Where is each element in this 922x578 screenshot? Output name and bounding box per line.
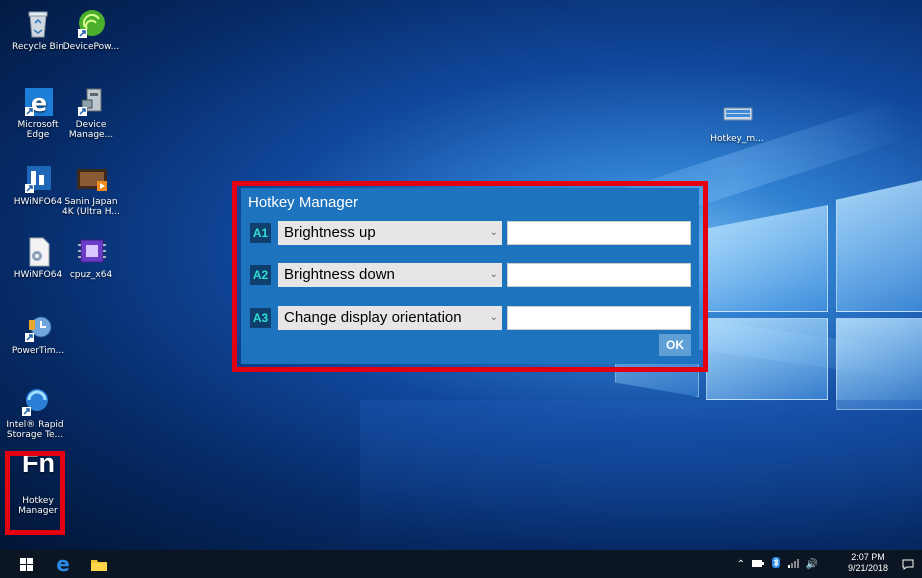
floor-glow	[360, 400, 922, 550]
bluetooth-icon[interactable]	[767, 557, 785, 571]
icon-label: DevicePow...	[62, 42, 120, 52]
icon-label: Device Manage...	[68, 120, 114, 140]
desktop-icon-recycle-bin[interactable]: Recycle Bin	[9, 8, 67, 52]
devicepower-icon	[78, 10, 105, 38]
hotkey-manager-dialog: Hotkey Manager A1 Brightness up ⌄ A2 Bri…	[241, 188, 699, 364]
desktop-icon-microsoft-edge[interactable]: e Microsoft Edge	[9, 86, 67, 140]
action-select-a3[interactable]: Change display orientation ⌄	[278, 306, 502, 330]
desktop-icon-hotkey-m[interactable]: Hotkey_m...	[708, 100, 766, 144]
start-button[interactable]	[14, 550, 38, 578]
hotkey-field-a2[interactable]	[507, 263, 691, 287]
windows-icon	[19, 557, 33, 571]
icon-label: Sanin Japan 4K (Ultra H...	[62, 197, 120, 217]
chevron-up-icon[interactable]: ⌃	[733, 559, 749, 570]
taskbar: e ⌃ 🔊 2:07 PM 9/21/2018	[0, 550, 922, 578]
intel-storage-icon	[22, 389, 48, 416]
select-value: Brightness down	[284, 266, 395, 283]
desktop-icon-hwinfo64-file[interactable]: HWiNFO64	[9, 236, 67, 280]
chevron-down-icon: ⌄	[489, 227, 498, 238]
action-select-a2[interactable]: Brightness down ⌄	[278, 263, 502, 287]
hotkey-field-a1[interactable]	[507, 221, 691, 245]
battery-icon[interactable]	[749, 559, 767, 570]
select-value: Change display orientation	[284, 309, 462, 326]
window-pane	[706, 205, 828, 312]
notification-icon	[902, 559, 914, 570]
desktop-icon-hwinfo64[interactable]: HWiNFO64	[9, 163, 67, 207]
recycle-bin-icon	[28, 11, 48, 38]
icon-label: cpuz_x64	[69, 270, 113, 280]
ok-button[interactable]: OK	[659, 334, 691, 356]
desktop-icon-device-manager[interactable]: Device Manage...	[62, 86, 120, 140]
icon-label: Microsoft Edge	[17, 120, 59, 140]
desktop-icon-intel-rapid-storage[interactable]: Intel® Rapid Storage Te...	[6, 386, 64, 440]
volume-icon[interactable]: 🔊	[803, 559, 821, 570]
icon-label: Intel® Rapid Storage Te...	[6, 420, 64, 440]
chevron-down-icon: ⌄	[489, 269, 498, 280]
device-manager-icon	[78, 88, 102, 116]
icon-label: HWiNFO64	[13, 197, 63, 207]
window-pane	[836, 318, 922, 410]
desktop-icon-sanin-japan[interactable]: Sanin Japan 4K (Ultra H...	[62, 163, 120, 217]
edge-icon: e	[56, 552, 70, 576]
hotkey-icon-highlight	[5, 451, 65, 535]
desktop-icon-powertimer[interactable]: PowerTim...	[9, 312, 67, 356]
keyboard-file-icon	[723, 107, 753, 121]
clock-time: 2:07 PM	[851, 552, 885, 562]
taskbar-clock[interactable]: 2:07 PM 9/21/2018	[848, 552, 888, 574]
taskbar-edge-button[interactable]: e	[50, 550, 76, 578]
icon-label: Hotkey_m...	[710, 134, 764, 144]
row-badge: A2	[250, 265, 271, 285]
folder-icon	[91, 559, 107, 571]
chevron-down-icon: ⌄	[489, 312, 498, 323]
window-pane	[706, 318, 828, 400]
desktop-icon-devicepow[interactable]: DevicePow...	[62, 8, 120, 52]
window-pane	[836, 180, 922, 312]
edge-icon: e	[25, 88, 53, 117]
clock-date: 9/21/2018	[847, 563, 888, 573]
icon-label: Recycle Bin	[12, 42, 64, 52]
dialog-title: Hotkey Manager	[248, 194, 359, 211]
action-select-a1[interactable]: Brightness up ⌄	[278, 221, 502, 245]
system-tray: ⌃ 🔊	[733, 550, 821, 578]
cpuz-icon	[78, 239, 106, 263]
video-file-icon	[77, 169, 107, 191]
select-value: Brightness up	[284, 224, 376, 241]
hotkey-field-a3[interactable]	[507, 306, 691, 330]
taskbar-explorer-button[interactable]	[86, 550, 112, 578]
power-timer-icon	[25, 316, 52, 342]
row-badge: A1	[250, 223, 271, 243]
hwinfo-icon	[25, 166, 51, 193]
row-badge: A3	[250, 308, 271, 328]
icon-label: HWiNFO64	[13, 270, 63, 280]
icon-label: PowerTim...	[11, 346, 65, 356]
network-icon[interactable]	[785, 558, 803, 571]
action-center-button[interactable]	[898, 550, 918, 578]
desktop-icon-cpuz[interactable]: cpuz_x64	[62, 236, 120, 280]
settings-file-icon	[29, 237, 50, 267]
